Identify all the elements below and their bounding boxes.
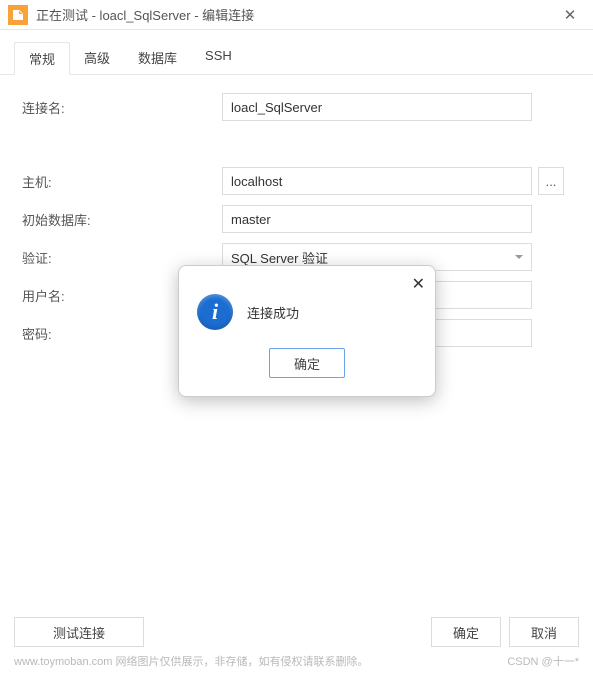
initial-db-label: 初始数据库:: [22, 210, 222, 229]
host-input[interactable]: [222, 167, 532, 195]
dialog-footer: 确定: [189, 338, 425, 386]
titlebar: 正在测试 - loacl_SqlServer - 编辑连接 ✕: [0, 0, 593, 30]
auth-select-value: SQL Server 验证: [231, 248, 328, 267]
footer: 测试连接 确定 取消: [0, 617, 593, 647]
tab-database[interactable]: 数据库: [124, 42, 191, 74]
watermark-right: CSDN @十一*: [507, 653, 579, 669]
info-icon: i: [197, 294, 233, 330]
window-title: 正在测试 - loacl_SqlServer - 编辑连接: [36, 5, 555, 24]
connection-name-label: 连接名:: [22, 98, 222, 117]
cancel-button[interactable]: 取消: [509, 617, 579, 647]
host-more-button[interactable]: ...: [538, 167, 564, 195]
ok-button[interactable]: 确定: [431, 617, 501, 647]
dialog-body: i 连接成功: [189, 276, 425, 338]
tab-general[interactable]: 常规: [14, 42, 70, 75]
host-label: 主机:: [22, 172, 222, 191]
auth-label: 验证:: [22, 248, 222, 267]
window-close-button[interactable]: ✕: [555, 6, 585, 24]
row-connection-name: 连接名:: [22, 93, 571, 121]
watermark: www.toymoban.com 网络图片仅供展示，非存储，如有侵权请联系删除。…: [14, 653, 579, 669]
dialog-ok-button[interactable]: 确定: [269, 348, 345, 378]
tab-bar: 常规 高级 数据库 SSH: [0, 30, 593, 75]
watermark-left: www.toymoban.com 网络图片仅供展示，非存储，如有侵权请联系删除。: [14, 653, 368, 669]
test-connection-button[interactable]: 测试连接: [14, 617, 144, 647]
row-spacer: [22, 131, 571, 157]
tab-advanced[interactable]: 高级: [70, 42, 124, 74]
app-icon: [8, 5, 28, 25]
initial-db-input[interactable]: [222, 205, 532, 233]
dialog-message: 连接成功: [247, 303, 299, 322]
footer-spacer: [152, 617, 423, 647]
connection-name-input[interactable]: [222, 93, 532, 121]
row-initial-db: 初始数据库:: [22, 205, 571, 233]
dialog-close-button[interactable]: ✕: [412, 274, 425, 294]
row-host: 主机: ...: [22, 167, 571, 195]
tab-ssh[interactable]: SSH: [191, 42, 246, 74]
result-dialog: ✕ i 连接成功 确定: [178, 265, 436, 397]
